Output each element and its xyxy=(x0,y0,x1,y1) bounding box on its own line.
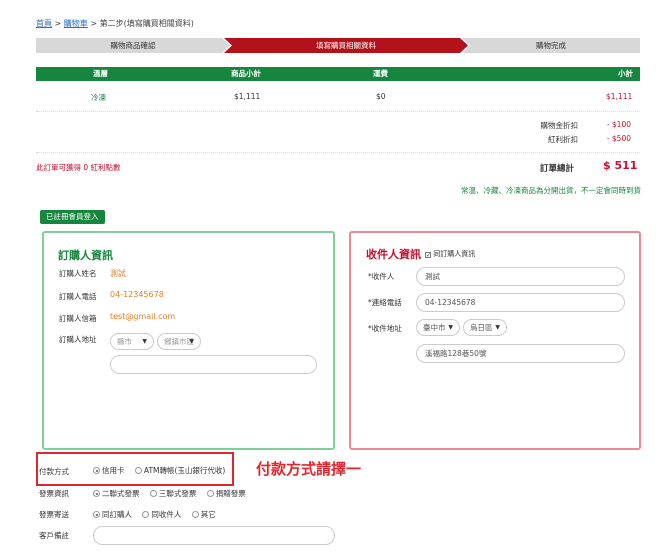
table-row: 冷凍 $1,111 $0 $1,111 xyxy=(36,82,640,112)
invoice-option-three-part[interactable]: 三聯式發票 xyxy=(149,489,197,498)
radio-icon xyxy=(206,490,214,497)
checkbox-checked-icon: ✓ xyxy=(425,252,432,259)
divider xyxy=(36,152,640,153)
breadcrumb-separator: > xyxy=(90,19,98,28)
radio-icon xyxy=(134,467,142,474)
same-as-buyer-label: 同訂購人資訊 xyxy=(433,250,476,258)
buyer-city-select[interactable]: 縣市 ▼ xyxy=(110,333,154,350)
order-total-label: 訂單總計 xyxy=(540,164,575,174)
invoice-option-donate[interactable]: 捐贈發票 xyxy=(206,489,246,498)
header-subtotal: 小計 xyxy=(618,69,633,78)
radio-selected-icon xyxy=(93,490,100,497)
receiver-info-panel xyxy=(349,231,641,450)
shipping-note: 常溫、冷藏、冷凍商品為分開出貨，不一定會同時到貨 xyxy=(461,186,641,195)
discount-value-bonus: - $500 xyxy=(606,134,631,143)
order-total-value: $ 511 xyxy=(603,159,638,172)
payment-label: 付款方式 xyxy=(39,467,69,476)
step-complete: 購物完成 xyxy=(462,38,640,53)
chevron-down-icon: ▼ xyxy=(189,338,194,345)
buyer-phone-value: 04-12345678 xyxy=(110,290,164,299)
row-item-subtotal: $1,111 xyxy=(234,92,261,101)
receiver-street-input[interactable]: 溪福路128巷50號 xyxy=(416,344,625,363)
receiver-city-value: 臺中市 xyxy=(423,323,446,332)
breadcrumb-cart-link[interactable]: 購物車 xyxy=(64,19,88,28)
same-as-buyer-checkbox[interactable]: ✓ 同訂購人資訊 xyxy=(425,249,475,259)
buyer-street-input[interactable] xyxy=(110,355,317,374)
invoice-option-three-part-label: 三聯式發票 xyxy=(158,489,197,498)
step-fill-info-active: 填寫購買相關資料 xyxy=(224,38,468,53)
buyer-name-value: 測試 xyxy=(110,269,126,278)
header-temperature: 溫層 xyxy=(93,69,108,78)
header-shipping: 運費 xyxy=(373,69,388,78)
invoice-option-two-part-label: 二聯式發票 xyxy=(102,489,140,498)
payment-option-atm[interactable]: ATM轉帳(玉山銀行代收) xyxy=(134,466,226,475)
invoice-send-options: 同訂購人 同收件人 其它 xyxy=(93,509,224,520)
buyer-address-label: 訂購人地址 xyxy=(59,335,97,344)
radio-selected-icon xyxy=(93,467,100,474)
member-login-button[interactable]: 已註冊會員登入 xyxy=(40,210,105,224)
buyer-phone-label: 訂購人電話 xyxy=(59,292,97,301)
buyer-info-title: 訂購人資訊 xyxy=(58,249,113,262)
receiver-city-select[interactable]: 臺中市 ▼ xyxy=(416,319,460,336)
discount-value-shopping-credit: - $100 xyxy=(606,120,631,129)
receiver-address-label: *收件地址 xyxy=(368,324,402,333)
radio-icon xyxy=(149,490,157,497)
payment-option-atm-label: ATM轉帳(玉山銀行代收) xyxy=(143,466,226,475)
breadcrumb-current: 第二步(填寫購買相關資料) xyxy=(99,19,194,28)
bonus-points-text: 此訂單可獲得 0 紅利點數 xyxy=(36,163,121,172)
buyer-email-value: test@gmail.com xyxy=(110,312,176,321)
discount-label-bonus: 紅利折扣 xyxy=(548,135,578,144)
invoice-send-option-other-label: 其它 xyxy=(200,510,216,519)
receiver-info-title: 收件人資訊 xyxy=(366,248,421,261)
chevron-down-icon: ▼ xyxy=(495,324,500,331)
receiver-district-value: 烏日區 xyxy=(470,323,493,332)
radio-icon xyxy=(142,511,150,518)
buyer-city-placeholder: 縣市 xyxy=(117,337,132,346)
buyer-name-label: 訂購人姓名 xyxy=(59,269,97,278)
order-table-header: 溫層 商品小計 運費 小計 xyxy=(36,67,640,81)
receiver-name-label: *收件人 xyxy=(368,272,395,281)
invoice-option-donate-label: 捐贈發票 xyxy=(215,489,246,498)
chevron-down-icon: ▼ xyxy=(142,338,147,345)
breadcrumb-home-link[interactable]: 首頁 xyxy=(36,19,52,28)
radio-icon xyxy=(191,511,199,518)
invoice-option-two-part[interactable]: 二聯式發票 xyxy=(93,489,140,498)
invoice-send-option-other[interactable]: 其它 xyxy=(191,510,216,519)
buyer-district-select[interactable]: 鄉鎮市區 ▼ xyxy=(157,333,201,350)
receiver-district-select[interactable]: 烏日區 ▼ xyxy=(463,319,507,336)
payment-option-credit-card[interactable]: 信用卡 xyxy=(93,466,125,475)
invoice-send-option-receiver-label: 同收件人 xyxy=(151,510,182,519)
customer-note-label: 客戶備註 xyxy=(39,531,69,540)
invoice-send-label: 發票寄送 xyxy=(39,510,69,519)
invoice-label: 發票資訊 xyxy=(39,489,69,498)
invoice-send-option-buyer-label: 同訂購人 xyxy=(102,510,132,519)
checkout-steps: 購物商品確認 購物完成 填寫購買相關資料 xyxy=(36,38,640,53)
invoice-send-option-buyer[interactable]: 同訂購人 xyxy=(93,510,132,519)
buyer-email-label: 訂購人信箱 xyxy=(59,314,97,323)
payment-options: 信用卡 ATM轉帳(玉山銀行代收) xyxy=(93,465,233,476)
invoice-options: 二聯式發票 三聯式發票 捐贈發票 xyxy=(93,488,254,499)
step-confirm-items: 購物商品確認 xyxy=(36,38,230,53)
receiver-phone-label: *連絡電話 xyxy=(368,298,402,307)
row-shipping: $0 xyxy=(376,92,386,101)
payment-option-credit-card-label: 信用卡 xyxy=(102,466,125,475)
row-temperature: 冷凍 xyxy=(91,93,106,102)
receiver-phone-input[interactable]: 04-12345678 xyxy=(416,293,625,312)
row-total: $1,111 xyxy=(606,92,633,101)
receiver-name-input[interactable]: 測試 xyxy=(416,267,625,286)
breadcrumb-separator: > xyxy=(54,19,62,28)
breadcrumb: 首頁 > 購物車 > 第二步(填寫購買相關資料) xyxy=(36,18,194,29)
chevron-down-icon: ▼ xyxy=(448,324,453,331)
discount-label-shopping-credit: 購物金折扣 xyxy=(540,121,579,130)
payment-hint: 付款方式請擇一 xyxy=(256,460,362,478)
customer-note-input[interactable] xyxy=(93,526,335,545)
invoice-send-option-receiver[interactable]: 同收件人 xyxy=(142,510,181,519)
radio-selected-icon xyxy=(93,511,100,518)
header-item-subtotal: 商品小計 xyxy=(231,69,261,78)
